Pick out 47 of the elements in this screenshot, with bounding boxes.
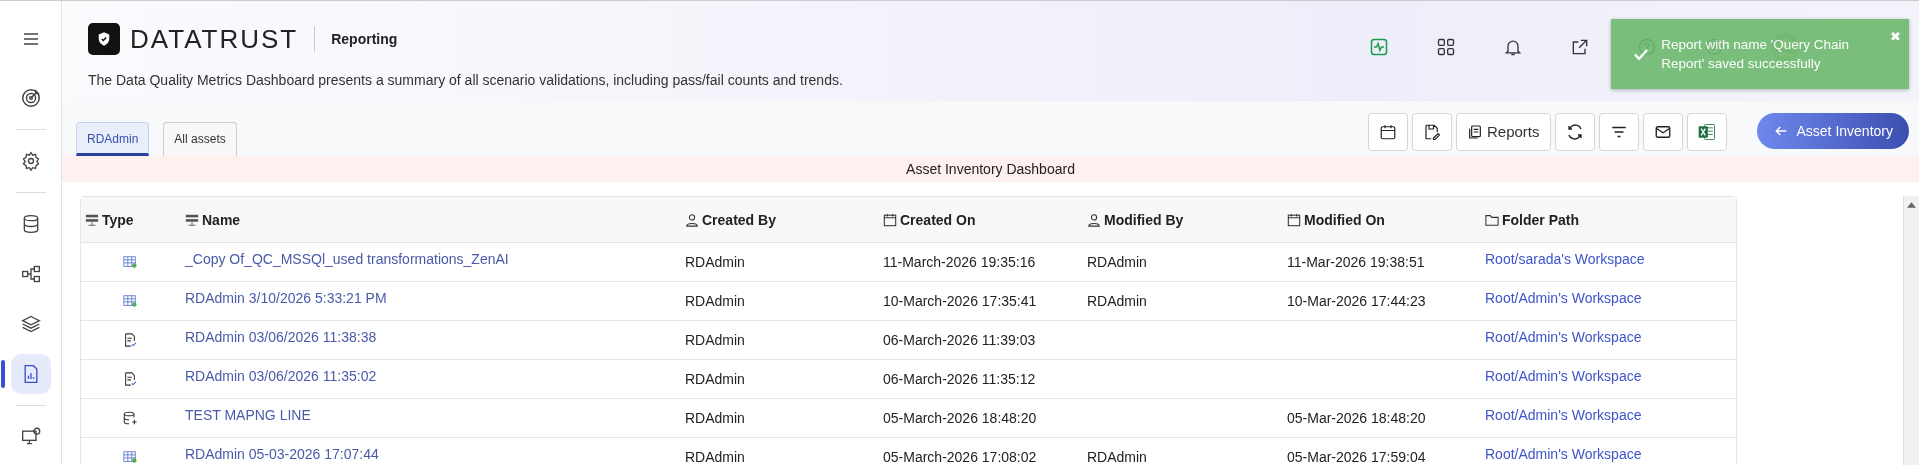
asset-name-link[interactable]: _Copy Of_QC_MSSQl_used transformations_ZenAI bbox=[185, 251, 509, 267]
page-title: Reporting bbox=[331, 31, 398, 47]
table-cell: 05-March-2026 18:48:20 bbox=[883, 410, 1037, 426]
table-cell: 05-Mar-2026 18:48:20 bbox=[1287, 410, 1426, 426]
folder-path-link[interactable]: Root/Admin's Workspace bbox=[1485, 407, 1642, 423]
asset-name-link[interactable]: TEST MAPNG LINE bbox=[185, 407, 311, 423]
toast-message: Report with name 'Query Chain Report' saved successfully bbox=[1661, 36, 1851, 73]
table-cell: RDAdmin bbox=[685, 410, 745, 426]
tab[interactable]: RDAdmin bbox=[76, 122, 150, 156]
dashboard-banner: Asset Inventory Dashboard bbox=[62, 156, 1919, 182]
column-header[interactable]: Modified On bbox=[1304, 211, 1385, 228]
asset-name-link[interactable]: RDAdmin 03/06/2026 11:38:38 bbox=[185, 329, 377, 345]
folder-path-link[interactable]: Root/Admin's Workspace bbox=[1485, 368, 1642, 384]
brand-logo: DATATRUST bbox=[130, 23, 299, 55]
folder-path-link[interactable]: Root/Admin's Workspace bbox=[1485, 329, 1642, 345]
table-cell: RDAdmin bbox=[1087, 254, 1147, 270]
table-cell: 06-March-2026 11:35:12 bbox=[883, 371, 1036, 387]
table-cell: 10-March-2026 17:35:41 bbox=[883, 293, 1037, 309]
page-description: The Data Quality Metrics Dashboard presents a summary of all scenario validations, including pass/fail counts and trends. bbox=[88, 72, 843, 88]
table-cell: RDAdmin bbox=[685, 449, 745, 465]
column-header[interactable]: Created On bbox=[900, 211, 976, 228]
asset-name-link[interactable]: RDAdmin 05-03-2026 17:07:44 bbox=[185, 446, 379, 462]
table-cell: RDAdmin bbox=[685, 332, 745, 348]
table-cell: 10-Mar-2026 17:44:23 bbox=[1287, 293, 1426, 309]
asset-inventory-button[interactable]: Asset Inventory bbox=[1756, 112, 1909, 149]
column-header[interactable]: Name bbox=[202, 211, 241, 228]
reports-button[interactable]: Reports bbox=[1455, 112, 1551, 151]
table-cell: RDAdmin bbox=[1087, 449, 1147, 465]
table-cell: RDAdmin bbox=[1087, 293, 1147, 309]
column-header[interactable]: Type bbox=[102, 211, 134, 228]
tab[interactable]: All assets bbox=[163, 122, 237, 156]
folder-path-link[interactable]: Root/Admin's Workspace bbox=[1485, 446, 1642, 462]
table-cell: 11-Mar-2026 19:38:51 bbox=[1287, 254, 1425, 270]
folder-path-link[interactable]: Root/Admin's Workspace bbox=[1485, 290, 1642, 306]
table-cell: 05-March-2026 17:08:02 bbox=[883, 449, 1037, 465]
table-cell: RDAdmin bbox=[685, 293, 745, 309]
column-header[interactable]: Modified By bbox=[1104, 211, 1184, 228]
table-cell: 06-March-2026 11:39:03 bbox=[883, 332, 1036, 348]
asset-name-link[interactable]: RDAdmin 03/06/2026 11:35:02 bbox=[185, 368, 377, 384]
column-header[interactable]: Folder Path bbox=[1502, 211, 1579, 228]
column-header[interactable]: Created By bbox=[702, 211, 776, 228]
folder-path-link[interactable]: Root/sarada's Workspace bbox=[1485, 251, 1645, 267]
table-cell: 11-March-2026 19:35:16 bbox=[883, 254, 1036, 270]
table-cell: RDAdmin bbox=[685, 371, 745, 387]
table-cell: 05-Mar-2026 17:59:04 bbox=[1287, 449, 1426, 465]
asset-name-link[interactable]: RDAdmin 3/10/2026 5:33:21 PM bbox=[185, 290, 387, 306]
table-cell: RDAdmin bbox=[685, 254, 745, 270]
